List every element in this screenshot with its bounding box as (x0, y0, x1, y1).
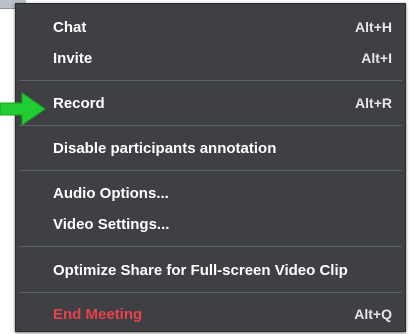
menu-item-invite[interactable]: Invite Alt+I (16, 43, 405, 73)
menu-item-label: Optimize Share for Full-screen Video Cli… (53, 261, 348, 279)
menu-item-video-settings[interactable]: Video Settings... (16, 209, 405, 239)
menu-separator (19, 80, 402, 81)
menu-item-label: Audio Options... (53, 184, 169, 202)
menu-item-label: Disable participants annotation (53, 139, 277, 157)
menu-item-label: Video Settings... (53, 215, 170, 233)
menu-item-label: Invite (53, 49, 93, 67)
menu-item-record[interactable]: Record Alt+R (16, 88, 405, 118)
green-arrow-icon (0, 92, 46, 126)
menu-item-optimize-share[interactable]: Optimize Share for Full-screen Video Cli… (16, 255, 405, 285)
more-options-menu: Chat Alt+H Invite Alt+I Record Alt+R Dis… (15, 3, 406, 332)
menu-item-audio-options[interactable]: Audio Options... (16, 178, 405, 208)
menu-item-shortcut: Alt+R (355, 95, 392, 111)
menu-item-end-meeting[interactable]: End Meeting Alt+Q (16, 299, 405, 329)
menu-item-label: End Meeting (53, 305, 143, 323)
menu-separator (19, 125, 402, 126)
green-arrow-shape (0, 92, 46, 126)
menu-item-label: Record (53, 94, 105, 112)
menu-item-disable-annotation[interactable]: Disable participants annotation (16, 133, 405, 163)
menu-item-chat[interactable]: Chat Alt+H (16, 12, 405, 42)
menu-item-shortcut: Alt+I (361, 50, 392, 66)
menu-item-label: Chat (53, 18, 87, 36)
menu-separator (19, 246, 402, 247)
menu-separator (19, 292, 402, 293)
menu-separator (19, 170, 402, 171)
menu-item-shortcut: Alt+Q (354, 306, 392, 322)
menu-item-shortcut: Alt+H (355, 19, 392, 35)
